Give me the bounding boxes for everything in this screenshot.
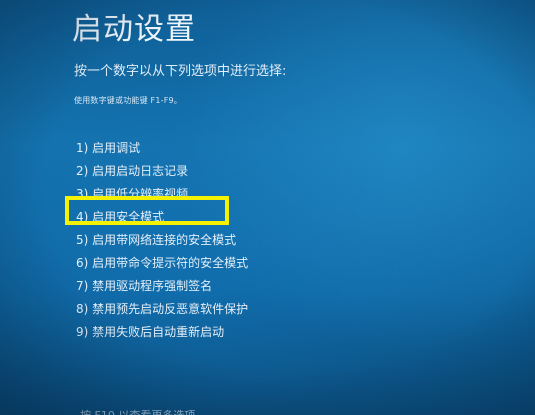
instruction-text: 按一个数字以从下列选项中进行选择:: [74, 64, 287, 79]
option-enable-debugging[interactable]: 1) 启用调试: [76, 137, 248, 160]
option-disable-early-launch-antimalware[interactable]: 8) 禁用预先启动反恶意软件保护: [76, 298, 248, 321]
more-options-hint: 按 F10 以查看更多选项: [80, 407, 195, 415]
option-disable-driver-signature-enforcement[interactable]: 7) 禁用驱动程序强制签名: [76, 275, 248, 298]
option-disable-auto-restart[interactable]: 9) 禁用失败后自动重新启动: [76, 321, 248, 344]
boot-settings-screen: 启动设置 按一个数字以从下列选项中进行选择: 使用数字键或功能键 F1-F9。 …: [0, 0, 535, 415]
option-enable-safe-mode-networking[interactable]: 5) 启用带网络连接的安全模式: [76, 229, 248, 252]
selection-highlight-box: [65, 196, 229, 225]
option-enable-boot-logging[interactable]: 2) 启用启动日志记录: [76, 160, 248, 183]
key-hint-text: 使用数字键或功能键 F1-F9。: [74, 96, 183, 105]
page-title: 启动设置: [72, 12, 196, 47]
startup-options-list: 1) 启用调试 2) 启用启动日志记录 3) 启用低分辨率视频 4) 启用安全模…: [76, 137, 248, 344]
option-enable-safe-mode-command-prompt[interactable]: 6) 启用带命令提示符的安全模式: [76, 252, 248, 275]
